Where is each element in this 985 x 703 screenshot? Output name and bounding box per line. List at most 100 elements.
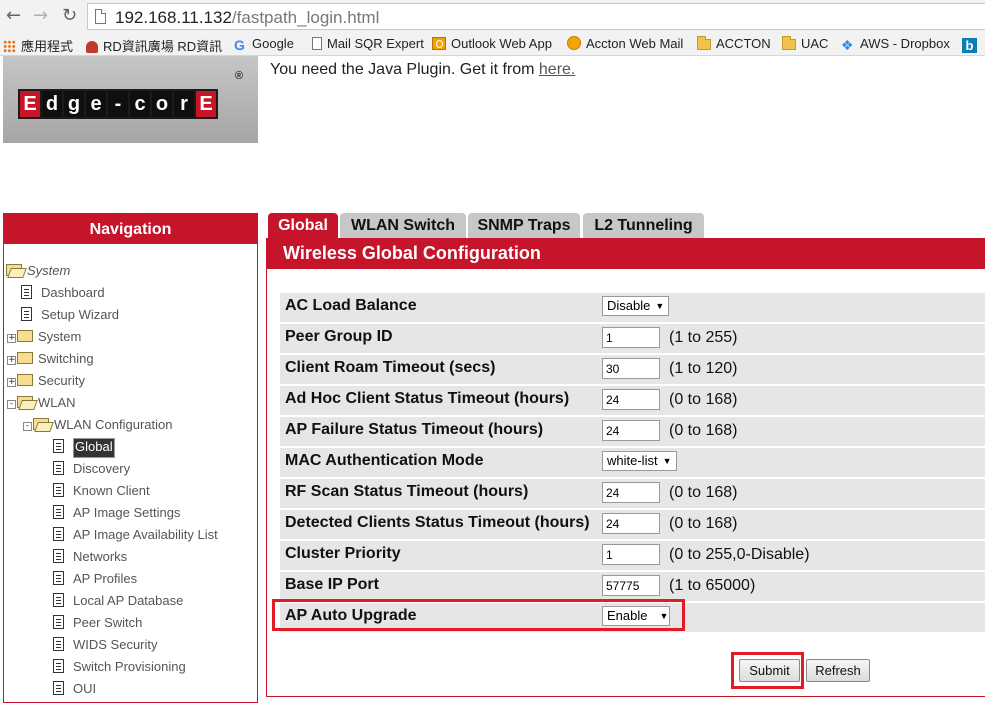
rf-scan-status-timeout-input[interactable] xyxy=(602,482,660,503)
folder-icon xyxy=(697,36,711,50)
bookmark-accton-mail[interactable]: Accton Web Mail xyxy=(567,36,683,51)
java-plugin-link[interactable]: here. xyxy=(539,61,575,78)
field-label: MAC Authentication Mode xyxy=(285,452,484,469)
submit-button[interactable]: Submit xyxy=(739,659,800,682)
navigation-panel: Navigation System Dashboard Setup Wizard… xyxy=(3,213,258,703)
field-label: RF Scan Status Timeout (hours) xyxy=(285,483,529,500)
field-range: (0 to 168) xyxy=(669,484,738,501)
bookmark-aws-dropbox[interactable]: ❖ AWS - Dropbox xyxy=(841,36,950,52)
navigation-tree: System Dashboard Setup Wizard + System + S… xyxy=(4,214,257,696)
page-icon xyxy=(53,439,64,453)
peer-group-id-input[interactable] xyxy=(602,327,660,348)
logo-letter: r xyxy=(174,91,194,117)
back-arrow-icon[interactable]: ← xyxy=(6,6,21,26)
logo-letter: e xyxy=(86,91,106,117)
logo-letter: o xyxy=(152,91,172,117)
collapse-minus-icon[interactable]: - xyxy=(7,400,16,409)
collapse-minus-icon[interactable]: - xyxy=(23,422,32,431)
expand-plus-icon[interactable]: + xyxy=(7,378,16,387)
client-roam-timeout-input[interactable] xyxy=(602,358,660,379)
field-range: (1 to 255) xyxy=(669,329,738,346)
page-icon xyxy=(21,285,32,299)
cluster-priority-input[interactable] xyxy=(602,544,660,565)
field-range: (0 to 168) xyxy=(669,515,738,532)
nav-item-wids-security[interactable]: WIDS Security xyxy=(53,634,158,656)
nav-item-peer-switch[interactable]: Peer Switch xyxy=(53,612,142,634)
tab-l2-tunneling[interactable]: L2 Tunneling xyxy=(583,213,704,238)
nav-item-dashboard[interactable]: Dashboard xyxy=(21,282,105,304)
nav-item-system-root[interactable]: System xyxy=(6,260,70,282)
logo-letter: g xyxy=(64,91,84,117)
nav-item-switch-provisioning[interactable]: Switch Provisioning xyxy=(53,656,186,678)
page-icon xyxy=(312,37,322,50)
nav-item-security[interactable]: + Security xyxy=(7,370,85,392)
nav-item-global[interactable]: Global xyxy=(53,436,115,458)
nav-item-wlan-configuration[interactable]: - WLAN Configuration xyxy=(23,414,173,436)
bookmark-google[interactable]: G Google xyxy=(234,36,294,53)
page-icon xyxy=(53,637,64,651)
expand-plus-icon[interactable]: + xyxy=(7,334,16,343)
page-icon xyxy=(53,461,64,475)
nav-item-known-client[interactable]: Known Client xyxy=(53,480,150,502)
field-label: Cluster Priority xyxy=(285,545,401,562)
logo-letter: E xyxy=(20,91,40,117)
ad-hoc-client-status-timeout-input[interactable] xyxy=(602,389,660,410)
mac-authentication-mode-select[interactable]: white-list ▼ xyxy=(602,451,677,471)
java-message-text: You need the Java Plugin. Get it from xyxy=(270,61,539,78)
dropdown-arrow-icon: ▼ xyxy=(662,456,672,466)
bookmark-outlook[interactable]: Outlook Web App xyxy=(432,36,552,51)
refresh-button[interactable]: Refresh xyxy=(806,659,870,682)
expand-plus-icon[interactable]: + xyxy=(7,356,16,365)
tab-global[interactable]: Global xyxy=(268,213,338,238)
nav-item-ap-image-settings[interactable]: AP Image Settings xyxy=(53,502,180,524)
row-ad-hoc-client-status-timeout: Ad Hoc Client Status Timeout (hours) (0 … xyxy=(280,386,985,415)
nav-item-setup-wizard[interactable]: Setup Wizard xyxy=(21,304,119,326)
page-icon xyxy=(53,505,64,519)
person-icon xyxy=(86,41,98,53)
url-host: 192.168.11.132 xyxy=(115,8,232,27)
field-label: Client Roam Timeout (secs) xyxy=(285,359,496,376)
detected-clients-status-timeout-input[interactable] xyxy=(602,513,660,534)
bookmark-uac[interactable]: UAC xyxy=(782,36,828,51)
java-plugin-message: You need the Java Plugin. Get it from he… xyxy=(270,61,575,79)
outlook-icon xyxy=(432,37,446,50)
ap-failure-status-timeout-input[interactable] xyxy=(602,420,660,441)
browser-toolbar: ← → ↻ 192.168.11.132/fastpath_login.html xyxy=(0,0,985,32)
nav-item-ap-profiles[interactable]: AP Profiles xyxy=(53,568,137,590)
address-bar[interactable]: 192.168.11.132/fastpath_login.html xyxy=(87,3,985,30)
tab-wlan-switch[interactable]: WLAN Switch xyxy=(340,213,466,238)
folder-open-icon xyxy=(6,264,22,276)
nav-item-wlan[interactable]: - WLAN xyxy=(7,392,76,414)
logo-letter: c xyxy=(130,91,150,117)
logo-letter: - xyxy=(108,91,128,117)
bookmark-accton[interactable]: ACCTON xyxy=(697,36,771,51)
url-path: /fastpath_login.html xyxy=(231,8,380,27)
bookmark-apps[interactable]: 應用程式 xyxy=(3,36,73,55)
nav-item-local-ap-database[interactable]: Local AP Database xyxy=(53,590,183,612)
nav-item-networks[interactable]: Networks xyxy=(53,546,127,568)
folder-open-icon xyxy=(17,396,33,408)
bookmark-bing[interactable]: b xyxy=(962,36,982,53)
dropdown-arrow-icon: ▼ xyxy=(655,301,665,311)
nav-item-discovery[interactable]: Discovery xyxy=(53,458,130,480)
tab-snmp-traps[interactable]: SNMP Traps xyxy=(468,213,580,238)
row-rf-scan-status-timeout: RF Scan Status Timeout (hours) (0 to 168… xyxy=(280,479,985,508)
page-icon xyxy=(53,681,64,695)
ac-load-balance-select[interactable]: Disable ▼ xyxy=(602,296,670,316)
field-label: AP Failure Status Timeout (hours) xyxy=(285,421,544,438)
accton-icon xyxy=(567,36,581,50)
page-icon xyxy=(21,307,32,321)
forward-arrow-icon[interactable]: → xyxy=(33,6,48,26)
row-detected-clients-status-timeout: Detected Clients Status Timeout (hours) … xyxy=(280,510,985,539)
nav-item-ap-image-availability-list[interactable]: AP Image Availability List xyxy=(53,524,218,546)
row-ap-failure-status-timeout: AP Failure Status Timeout (hours) (0 to … xyxy=(280,417,985,446)
field-label: Peer Group ID xyxy=(285,328,393,345)
bookmark-mail-sqr[interactable]: Mail SQR Expert xyxy=(312,36,424,51)
nav-item-system[interactable]: + System xyxy=(7,326,81,348)
folder-icon xyxy=(17,374,33,386)
bookmark-rd[interactable]: RD資訊廣場 RD資訊 xyxy=(86,36,222,55)
base-ip-port-input[interactable] xyxy=(602,575,660,596)
reload-icon[interactable]: ↻ xyxy=(62,6,77,26)
field-range: (0 to 255,0-Disable) xyxy=(669,546,810,563)
nav-item-switching[interactable]: + Switching xyxy=(7,348,94,370)
